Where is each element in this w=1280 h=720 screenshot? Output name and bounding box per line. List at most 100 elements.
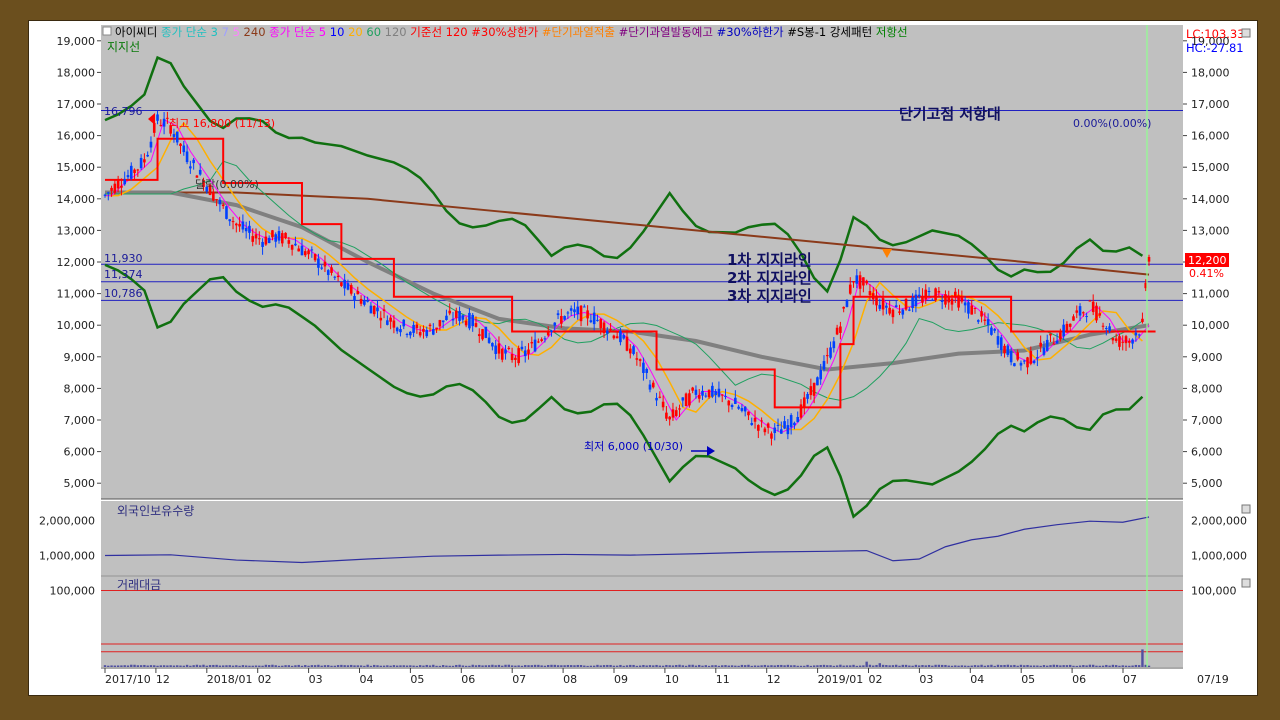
candle-body <box>881 298 885 310</box>
legend-item: 종가 단순 3 <box>157 25 218 39</box>
volume-bar <box>671 665 675 667</box>
candle-body <box>793 422 796 426</box>
candle-body <box>504 349 507 354</box>
candle-body <box>346 283 350 290</box>
panel-close-icon[interactable] <box>1241 578 1251 588</box>
panel-close-icon[interactable] <box>1241 504 1251 514</box>
candle-body <box>1055 340 1059 344</box>
volume-bar <box>520 665 524 667</box>
candle-body <box>441 320 445 323</box>
candle-body <box>556 313 560 316</box>
volume-bar <box>389 665 392 667</box>
candle-body <box>684 393 688 407</box>
candle-body <box>701 390 704 396</box>
candle-body <box>461 315 465 320</box>
volume-bar <box>970 665 973 667</box>
volume-bar <box>881 664 885 667</box>
volume-bar <box>898 665 901 667</box>
volume-bar <box>267 665 271 667</box>
candle-body <box>550 330 553 332</box>
candle-body <box>300 245 304 256</box>
candle-body <box>415 324 419 329</box>
volume-bar <box>717 665 721 667</box>
candle-body <box>149 141 153 148</box>
volume-bar <box>1006 664 1010 667</box>
candle-body <box>970 305 974 315</box>
volume-bar <box>1141 649 1144 667</box>
volume-bar <box>405 665 409 667</box>
volume-bar <box>1101 665 1105 667</box>
volume-bar <box>750 665 753 667</box>
legend-item: 10 <box>326 25 344 39</box>
candle-body <box>658 396 662 398</box>
candle-body <box>1095 305 1098 321</box>
volume-bar <box>418 665 422 667</box>
volume-bar <box>149 665 153 667</box>
candle-body <box>514 357 517 360</box>
candle-body <box>1118 336 1121 347</box>
candle-body <box>592 312 596 325</box>
volume-bar <box>1082 665 1085 667</box>
volume-bar <box>924 665 927 667</box>
candle-body <box>1078 306 1082 316</box>
candle-body <box>727 400 731 406</box>
candle-body <box>862 277 865 286</box>
candle-body <box>878 304 882 309</box>
volume-bar <box>757 665 760 667</box>
y-tick-label: 6,000 <box>1191 446 1223 459</box>
volume-bar <box>517 665 520 667</box>
volume-bar <box>648 665 652 667</box>
volume-bar <box>547 665 550 667</box>
x-tick-label: 08 <box>563 673 577 686</box>
volume-bar <box>208 665 212 667</box>
candle-body <box>274 234 278 242</box>
volume-bar <box>753 665 757 667</box>
volume-bar <box>185 664 189 667</box>
low-price-label: 최저 6,000 (10/30) <box>584 440 683 453</box>
volume-bar <box>481 665 484 667</box>
volume-bar <box>950 665 954 667</box>
volume-bar <box>721 665 724 667</box>
candle-body <box>911 297 914 309</box>
y-tick-label: 5,000 <box>64 477 96 490</box>
candle-body <box>763 428 767 433</box>
candle-body <box>780 429 783 434</box>
volume-bar <box>612 665 616 667</box>
candle-body <box>1009 351 1013 363</box>
volume-bar <box>438 665 442 667</box>
candle-body <box>435 327 438 330</box>
candle-body <box>369 305 373 314</box>
legend-item: #30%하한가 <box>713 25 784 39</box>
volume-bar <box>1019 664 1023 667</box>
volume-bar <box>835 665 839 667</box>
candle-body <box>753 417 757 422</box>
volume-bar <box>307 665 310 667</box>
volume-bar <box>730 665 734 667</box>
candle-body <box>573 309 576 313</box>
legend-item: #S봉-1 강세패턴 <box>784 25 873 39</box>
volume-bar <box>927 664 931 667</box>
candle-body <box>569 308 573 311</box>
volume-bar <box>1052 664 1055 667</box>
volume-bar <box>661 665 665 667</box>
candle-body <box>523 350 527 357</box>
candle-body <box>113 183 117 193</box>
candle-body <box>786 425 790 435</box>
candle-body <box>839 326 842 333</box>
panel-close-icon[interactable] <box>1241 28 1251 38</box>
volume-bar <box>573 665 576 667</box>
candle-body <box>891 309 895 318</box>
candle-body <box>1101 325 1105 327</box>
volume-bar <box>743 665 747 667</box>
candle-body <box>681 397 685 401</box>
candle-body <box>888 307 891 314</box>
candle-body <box>799 404 803 418</box>
candle-body <box>691 387 694 391</box>
y-tick-label: 14,000 <box>57 193 96 206</box>
volume-bar <box>642 664 645 667</box>
volume-bar <box>1039 665 1042 667</box>
volume-tick-label: 100,000 <box>1191 584 1237 597</box>
candle-body <box>740 408 744 411</box>
candle-body <box>349 285 353 294</box>
volume-bar <box>333 665 337 667</box>
